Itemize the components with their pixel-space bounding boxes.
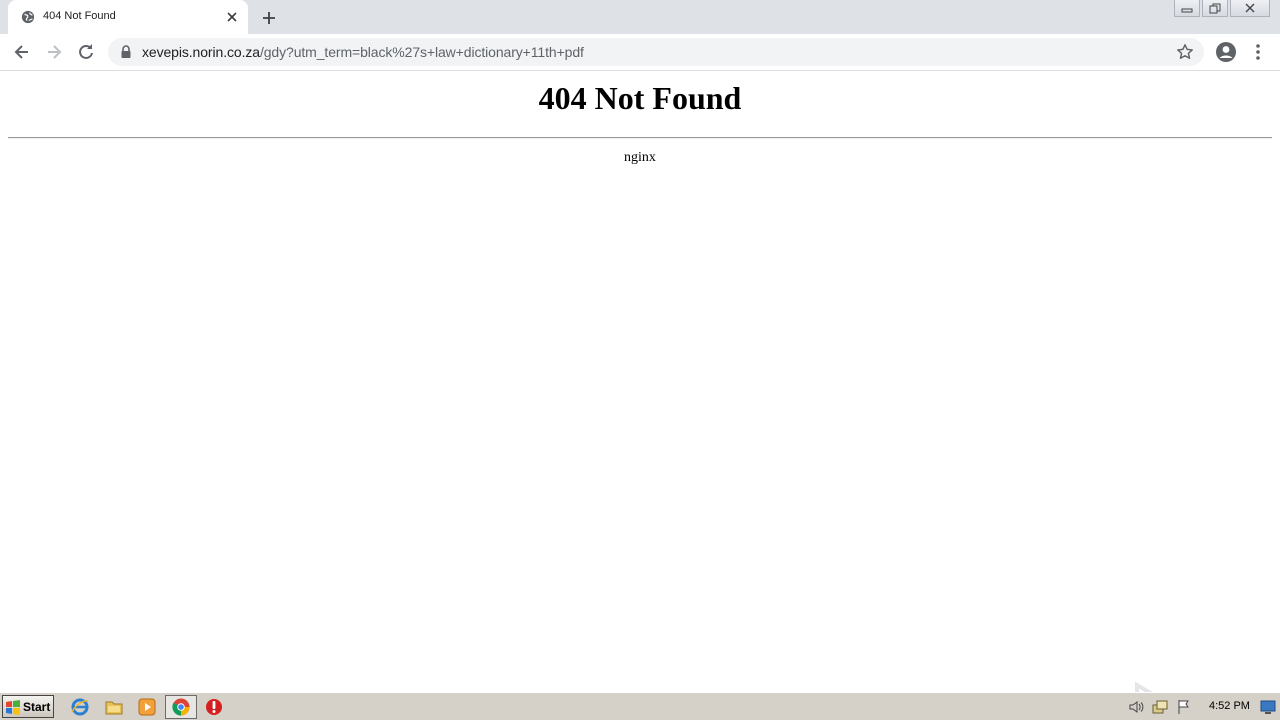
url-path: /gdy?utm_term=black%27s+law+dictionary+1… — [259, 44, 584, 60]
volume-speaker-icon[interactable] — [1128, 699, 1144, 715]
network-icon[interactable] — [1152, 699, 1168, 715]
restore-icon — [1209, 3, 1221, 13]
bookmark-star-icon[interactable] — [1176, 43, 1194, 61]
internet-explorer-icon[interactable] — [70, 697, 90, 717]
browser-toolbar: xevepis.norin.co.za/gdy?utm_term=black%2… — [0, 34, 1280, 71]
start-label: Start — [23, 699, 51, 714]
start-button[interactable]: Start — [2, 695, 54, 718]
show-desktop-icon[interactable] — [1260, 699, 1276, 715]
forward-arrow-icon[interactable] — [44, 42, 64, 62]
tab-strip: 404 Not Found — [0, 0, 1280, 34]
page-content: 404 Not Found nginx ANY RUN — [0, 72, 1280, 720]
server-signature: nginx — [624, 150, 656, 165]
new-tab-plus-icon[interactable] — [259, 8, 279, 28]
taskbar: Start 4:52 PM — [0, 692, 1280, 720]
tab-title: 404 Not Found — [43, 10, 116, 22]
minimize-icon — [1181, 8, 1193, 13]
reload-icon[interactable] — [76, 42, 96, 62]
chrome-icon[interactable] — [171, 697, 191, 717]
close-tab-icon[interactable] — [225, 10, 239, 24]
security-shield-icon[interactable] — [204, 697, 224, 717]
divider — [8, 137, 1272, 139]
address-bar[interactable]: xevepis.norin.co.za/gdy?utm_term=black%2… — [108, 38, 1204, 66]
globe-icon — [21, 10, 35, 24]
browser-tab-active[interactable]: 404 Not Found — [8, 0, 248, 34]
window-controls — [1174, 0, 1270, 18]
taskbar-clock[interactable]: 4:52 PM — [1209, 700, 1250, 712]
action-center-flag-icon[interactable] — [1176, 699, 1192, 715]
lock-icon[interactable] — [120, 45, 132, 59]
profile-avatar-icon[interactable] — [1215, 41, 1237, 63]
windows-logo-icon — [6, 699, 20, 715]
url-host: xevepis.norin.co.za — [142, 44, 260, 60]
file-explorer-folder-icon[interactable] — [104, 697, 124, 717]
back-arrow-icon[interactable] — [12, 42, 32, 62]
restore-button[interactable] — [1202, 0, 1228, 17]
close-window-button[interactable] — [1230, 0, 1270, 17]
media-player-icon[interactable] — [137, 697, 157, 717]
system-tray: 4:52 PM — [1122, 695, 1278, 719]
minimize-button[interactable] — [1174, 0, 1200, 17]
close-window-icon — [1245, 3, 1255, 13]
kebab-menu-icon[interactable] — [1250, 42, 1266, 62]
url-text: xevepis.norin.co.za/gdy?utm_term=black%2… — [142, 44, 584, 60]
page-title: 404 Not Found — [538, 80, 742, 116]
